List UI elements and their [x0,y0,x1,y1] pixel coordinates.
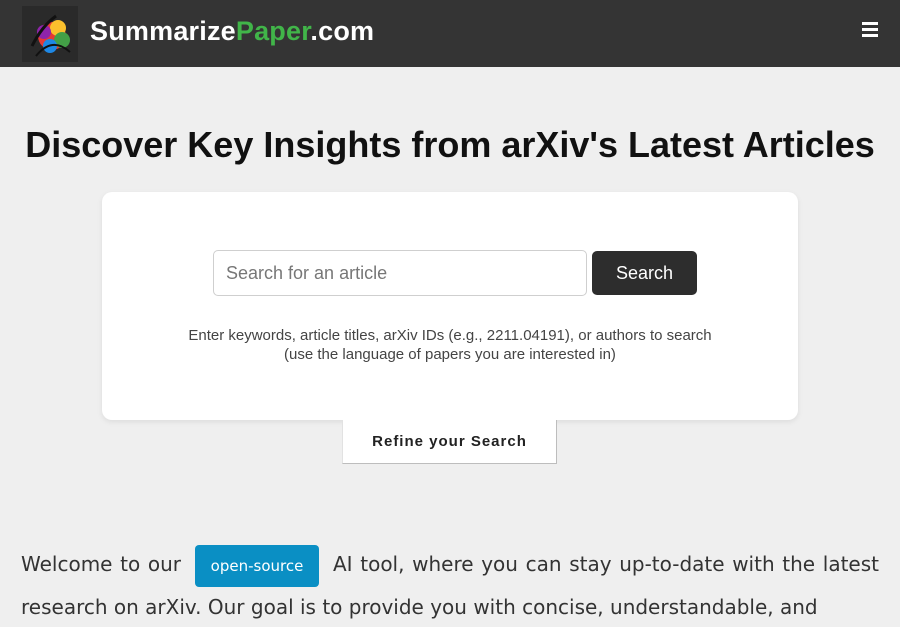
open-source-badge[interactable]: open-source [194,544,320,587]
brand-part-summarize: Summarize [90,16,236,46]
page-title: Discover Key Insights from arXiv's Lates… [25,124,875,165]
search-hint-line2: (use the language of papers you are inte… [284,346,616,363]
search-button[interactable]: Search [592,251,697,295]
top-navbar: SummarizePaper.com [0,0,900,67]
brand-part-com: .com [310,16,375,46]
menu-bar [862,22,878,25]
colorful-brain-logo-icon[interactable] [22,6,78,62]
menu-bar [862,28,878,31]
search-card: Search Enter keywords, article titles, a… [102,192,798,420]
site-brand[interactable]: SummarizePaper.com [90,16,374,47]
search-hint-line1: Enter keywords, article titles, arXiv ID… [188,327,712,344]
refine-search-tab[interactable]: Refine your Search [342,420,557,464]
search-input[interactable] [213,250,587,296]
welcome-paragraph: Welcome to our open-source AI tool, wher… [21,544,879,627]
search-hint: Enter keywords, article titles, arXiv ID… [102,326,798,364]
welcome-text-before: Welcome to our [21,552,182,576]
menu-bar [862,34,878,37]
hamburger-menu-icon[interactable] [862,22,878,38]
brand-part-paper: Paper [235,16,311,46]
